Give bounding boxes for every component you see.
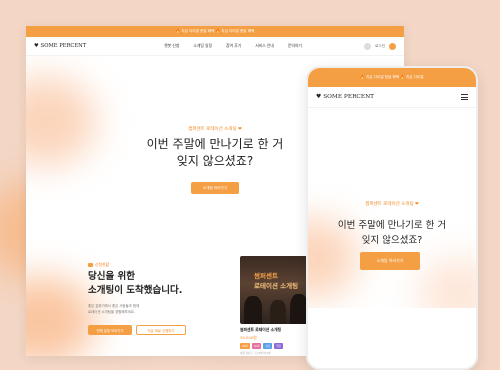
tag: 20대 [240, 343, 250, 349]
tag: 강남 [263, 343, 273, 349]
mobile-promo-banner[interactable]: 🔥 지금 다이얼 한달 혜택 🔥 지금 다이얼 [308, 68, 476, 87]
desc-line2: 로테이션 소개팅을 경험해보세요. [88, 309, 135, 314]
mobile-title-line1: 이번 주말에 만나기로 한 거 [337, 220, 447, 231]
card-title: 썸퍼센트 로테이션 소개팅 [240, 327, 282, 332]
event-image: 썸퍼센트 로테이션 소개팅 [240, 256, 310, 324]
nav-item[interactable]: 참여 후기 [226, 43, 241, 49]
brand-name: SOME PERCENT [323, 94, 375, 100]
logo-icon: ♥ [34, 43, 39, 49]
apply-now-button[interactable]: 지금 바로 신청하기 [136, 325, 186, 335]
section-title: 당신을 위한 소개팅이 도착했습니다. [88, 270, 182, 298]
brand-logo[interactable]: ♥ SOME PERCENT [34, 43, 86, 49]
mobile-promo-text: 🔥 지금 다이얼 한달 혜택 🔥 지금 다이얼 [360, 75, 424, 79]
desc-line1: 좋은 분위기에서 좋은 사람들과 함께 [88, 304, 140, 308]
promo-text: 🔥 지금 다이얼 한달 혜택 🔥 지금 다이얼 한달 혜택 [175, 29, 255, 33]
section-title-line2: 소개팅이 도착했습니다. [88, 285, 183, 296]
card-meta: 서울 강남구 · 남 0명 여 0명 [240, 352, 271, 355]
tag: 30대 [251, 343, 262, 349]
hamburger-icon[interactable] [461, 94, 468, 100]
logo-icon: ♥ [316, 94, 322, 100]
menu-icon[interactable] [389, 42, 396, 50]
person-silhouette [270, 300, 286, 324]
card-tags: 20대 30대 강남 주말 [240, 343, 310, 349]
nav-item[interactable]: 챗봇 신청 [164, 43, 179, 49]
brand-logo[interactable]: ♥ SOME PERCENT [316, 94, 374, 100]
nav-item[interactable]: 서비스 안내 [255, 43, 274, 49]
calendar-icon [88, 263, 93, 267]
hero-cta-button[interactable]: 소개팅 하러가기 [191, 182, 239, 194]
main-nav: 챗봇 신청 소개팅 일정 참여 후기 서비스 안내 문의하기 [164, 43, 302, 49]
hero-title-line2: 잊지 않으셨죠? [176, 154, 254, 168]
mobile-cta-button[interactable]: 소개팅 하러가기 [360, 252, 420, 270]
person-silhouette [244, 296, 262, 324]
image-text: 썸퍼센트 [254, 272, 278, 280]
desktop-header: ♥ SOME PERCENT 챗봇 신청 소개팅 일정 참여 후기 서비스 안내… [26, 37, 404, 56]
mobile-mockup: 🔥 지금 다이얼 한달 혜택 🔥 지금 다이얼 ♥ SOME PERCENT 썸… [306, 66, 478, 370]
nav-item[interactable]: 문의하기 [288, 43, 302, 49]
promo-banner[interactable]: 🔥 지금 다이얼 한달 혜택 🔥 지금 다이얼 한달 혜택 [26, 26, 404, 37]
hero-blob [418, 258, 476, 308]
mobile-hero-section: 썸퍼센트 로테이션 소개팅 ❤ 이번 주말에 만나기로 한 거 잊지 않으셨죠?… [308, 108, 476, 308]
mobile-hero-tagline: 썸퍼센트 로테이션 소개팅 ❤ [365, 202, 419, 207]
status-badge: 신청현황 [88, 262, 109, 268]
mobile-hero-title: 이번 주말에 만나기로 한 거 잊지 않으셨죠? [308, 218, 476, 248]
event-card[interactable]: 썸퍼센트 로테이션 소개팅 썸퍼센트 로테이션 소개팅 39,000원 20대 … [240, 256, 310, 356]
image-text: 로테이션 소개팅 [254, 282, 299, 290]
card-price: 39,000원 [240, 335, 257, 340]
mobile-header: ♥ SOME PERCENT [308, 87, 476, 108]
section-description: 좋은 분위기에서 좋은 사람들과 함께 로테이션 소개팅을 경험해보세요. [88, 304, 168, 315]
view-schedule-button[interactable]: 전체 일정 보러가기 [88, 325, 132, 335]
login-link[interactable]: 로그인 [375, 44, 385, 49]
badge-label: 신청현황 [95, 262, 109, 267]
tag: 주말 [274, 343, 283, 349]
hero-title-line1: 이번 주말에 만나기로 한 거 [146, 137, 284, 151]
section-title-line1: 당신을 위한 [88, 271, 136, 282]
mobile-title-line2: 잊지 않으셨죠? [361, 235, 423, 246]
header-actions: 로그인 [364, 42, 396, 50]
nav-item[interactable]: 소개팅 일정 [193, 43, 212, 49]
avatar[interactable] [364, 42, 372, 50]
brand-name: SOME PERCENT [40, 43, 87, 49]
section-blob [26, 276, 96, 356]
